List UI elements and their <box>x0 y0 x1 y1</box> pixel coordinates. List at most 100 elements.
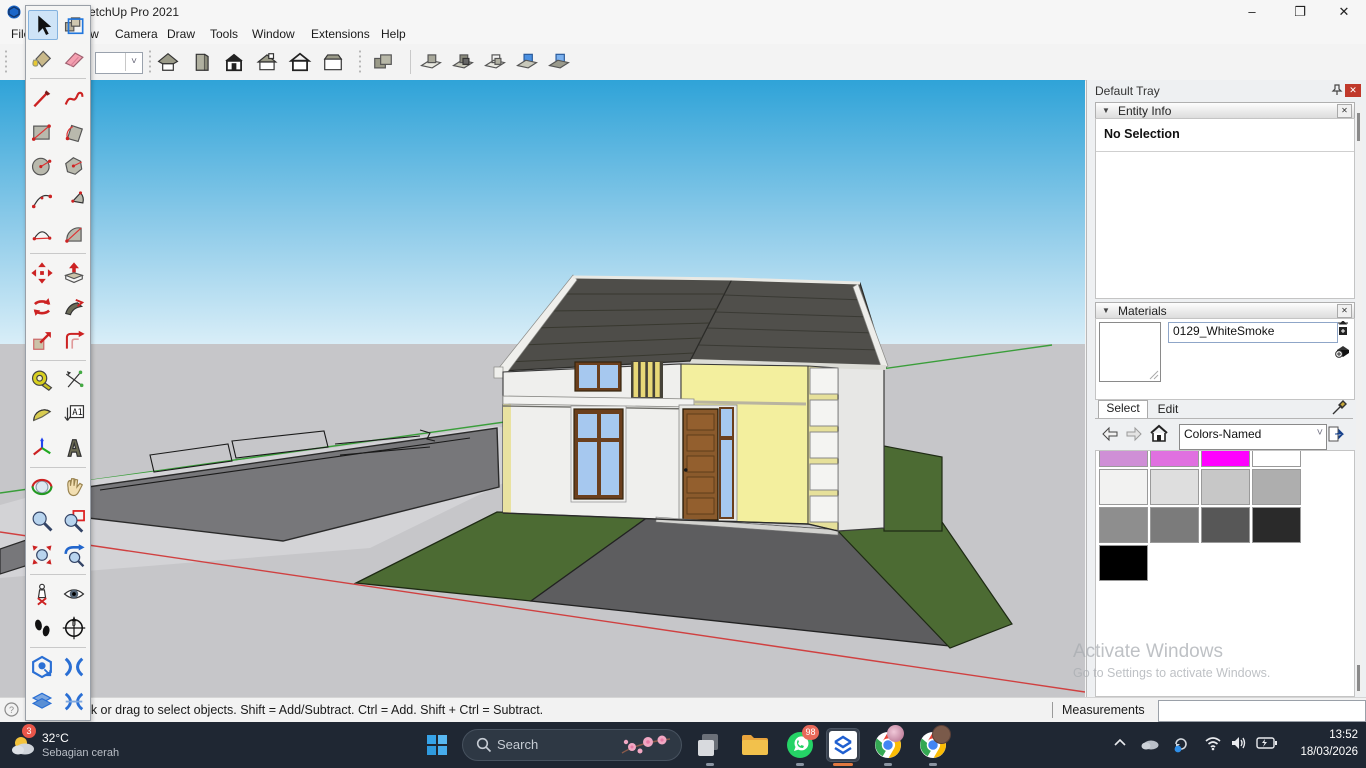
restore-button[interactable]: ❐ <box>1278 0 1322 24</box>
tool-pie-icon[interactable] <box>60 186 88 214</box>
tool-text-icon[interactable]: A1 <box>60 400 88 428</box>
large-tool-set-palette[interactable]: A1 U <box>25 5 91 721</box>
materials-close-icon[interactable]: ✕ <box>1337 304 1352 318</box>
section-toolbar-grip[interactable] <box>358 49 362 75</box>
tab-edit[interactable]: Edit <box>1148 402 1188 418</box>
tool-eraser-icon[interactable] <box>60 45 88 73</box>
taskbar-chrome-profile-1-icon[interactable] <box>872 729 904 761</box>
swatch-whitesmoke[interactable] <box>1099 469 1148 505</box>
tool-dimensions-icon[interactable] <box>60 366 88 394</box>
tool-two-point-arc-icon[interactable] <box>28 220 56 248</box>
tool-freehand-icon[interactable] <box>60 84 88 112</box>
home-icon[interactable] <box>1149 424 1169 443</box>
tool-move-icon[interactable] <box>28 259 56 287</box>
menu-extensions[interactable]: Extensions <box>308 26 373 42</box>
swatch-gainsboro[interactable] <box>1150 469 1199 505</box>
tool-protractor-icon[interactable] <box>28 400 56 428</box>
entity-info-close-icon[interactable]: ✕ <box>1337 104 1352 118</box>
tool-section-layers-icon[interactable] <box>28 687 56 715</box>
views-back-icon[interactable] <box>287 49 313 75</box>
taskbar-task-view-icon[interactable] <box>694 729 726 761</box>
back-arrow-icon[interactable] <box>1101 426 1119 442</box>
collection-dropdown[interactable]: Colors-Named ˅ <box>1179 424 1327 450</box>
hidden-icons-chevron[interactable] <box>1112 735 1128 751</box>
swatch-davys-gray[interactable] <box>1201 507 1250 543</box>
tool-polygon-icon[interactable] <box>60 152 88 180</box>
styles-tool-icon[interactable] <box>370 49 396 75</box>
tool-3d-text-icon[interactable] <box>60 434 88 462</box>
weather-widget[interactable]: 3 32°C Sebagian cerah <box>6 726 156 764</box>
views-toolbar-grip[interactable] <box>148 49 152 75</box>
menu-window[interactable]: Window <box>249 26 298 42</box>
tool-arc-icon[interactable] <box>28 186 56 214</box>
house-model[interactable] <box>494 275 888 535</box>
tool-three-point-arc-icon[interactable] <box>60 220 88 248</box>
taskbar-clock[interactable]: 13:52 18/03/2026 <box>1300 727 1358 760</box>
section-cut-toggle-icon[interactable] <box>482 49 508 75</box>
taskbar-chrome-profile-2-icon[interactable] <box>917 729 949 761</box>
swatch-white[interactable] <box>1252 450 1301 467</box>
search-extension-combobox[interactable]: ˅ <box>95 52 143 74</box>
start-button[interactable] <box>426 734 448 756</box>
sync-update-icon[interactable] <box>1172 735 1190 753</box>
create-material-icon[interactable] <box>1334 341 1352 359</box>
tool-walk-icon[interactable] <box>28 614 56 642</box>
tool-orbit-icon[interactable] <box>28 473 56 501</box>
modeling-viewport[interactable] <box>0 80 1085 697</box>
chevron-down-icon[interactable]: ˅ <box>1317 427 1323 439</box>
tool-line-icon[interactable] <box>28 84 56 112</box>
secondary-pane-icon[interactable] <box>1336 321 1350 336</box>
speaker-icon[interactable] <box>1230 735 1248 751</box>
material-preview[interactable] <box>1099 322 1161 382</box>
taskbar-file-explorer-icon[interactable] <box>739 729 771 761</box>
swatch-violet[interactable] <box>1099 450 1148 467</box>
tool-zoom-extents-icon[interactable] <box>28 541 56 569</box>
tool-rotated-rectangle-icon[interactable] <box>60 118 88 146</box>
tool-look-around-icon[interactable] <box>60 580 88 608</box>
views-iso-icon[interactable] <box>155 49 181 75</box>
tray-scrollbar[interactable] <box>1356 105 1362 695</box>
tool-north-tool-icon[interactable]: U <box>60 614 88 642</box>
section-outer-toggle-icon[interactable] <box>546 49 572 75</box>
section-plane-tool-icon[interactable] <box>418 49 444 75</box>
collapse-icon[interactable]: ▼ <box>1102 106 1110 115</box>
tray-close-icon[interactable]: ✕ <box>1345 84 1361 97</box>
tool-section-plane-icon[interactable] <box>28 653 56 681</box>
measurements-input[interactable] <box>1158 700 1366 722</box>
forward-arrow-icon[interactable] <box>1125 426 1143 442</box>
menu-help[interactable]: Help <box>378 26 409 42</box>
tool-position-camera-icon[interactable] <box>28 580 56 608</box>
menu-draw[interactable]: Draw <box>164 26 198 42</box>
tool-zoom-window-icon[interactable] <box>60 507 88 535</box>
section-display-toggle-icon[interactable] <box>450 49 476 75</box>
onedrive-cloud-icon[interactable] <box>1140 735 1160 751</box>
tool-section-x1-icon[interactable] <box>60 653 88 681</box>
tool-axes-icon[interactable] <box>28 434 56 462</box>
views-right-icon[interactable] <box>188 49 214 75</box>
swatch-silver[interactable] <box>1252 469 1301 505</box>
wifi-icon[interactable] <box>1204 735 1222 751</box>
tool-rotate-icon[interactable] <box>28 293 56 321</box>
swatch-magenta[interactable] <box>1201 450 1250 467</box>
swatch-dimgray[interactable] <box>1150 507 1199 543</box>
menu-camera[interactable]: Camera <box>112 26 161 42</box>
close-button[interactable]: ✕ <box>1322 0 1366 24</box>
views-left-icon[interactable] <box>320 49 346 75</box>
collapse-icon[interactable]: ▼ <box>1102 306 1110 315</box>
swatch-jet[interactable] <box>1252 507 1301 543</box>
views-top-icon[interactable] <box>254 49 280 75</box>
tool-offset-icon[interactable] <box>60 327 88 355</box>
tool-zoom-icon[interactable] <box>28 507 56 535</box>
tool-previous-icon[interactable] <box>60 541 88 569</box>
taskbar-sketchup-icon[interactable] <box>827 729 859 761</box>
tool-pan-icon[interactable] <box>60 473 88 501</box>
tool-push-pull-icon[interactable] <box>60 259 88 287</box>
details-arrow-icon[interactable] <box>1327 424 1347 444</box>
tool-tape-measure-icon[interactable] <box>28 366 56 394</box>
material-name-field[interactable]: 0129_WhiteSmoke <box>1168 322 1338 343</box>
tool-make-component-icon[interactable] <box>61 11 89 39</box>
toolbar-grip[interactable] <box>4 49 8 75</box>
eyedropper-icon[interactable] <box>1331 400 1347 416</box>
tool-circle-icon[interactable] <box>28 152 56 180</box>
tool-section-x2-icon[interactable] <box>60 687 88 715</box>
